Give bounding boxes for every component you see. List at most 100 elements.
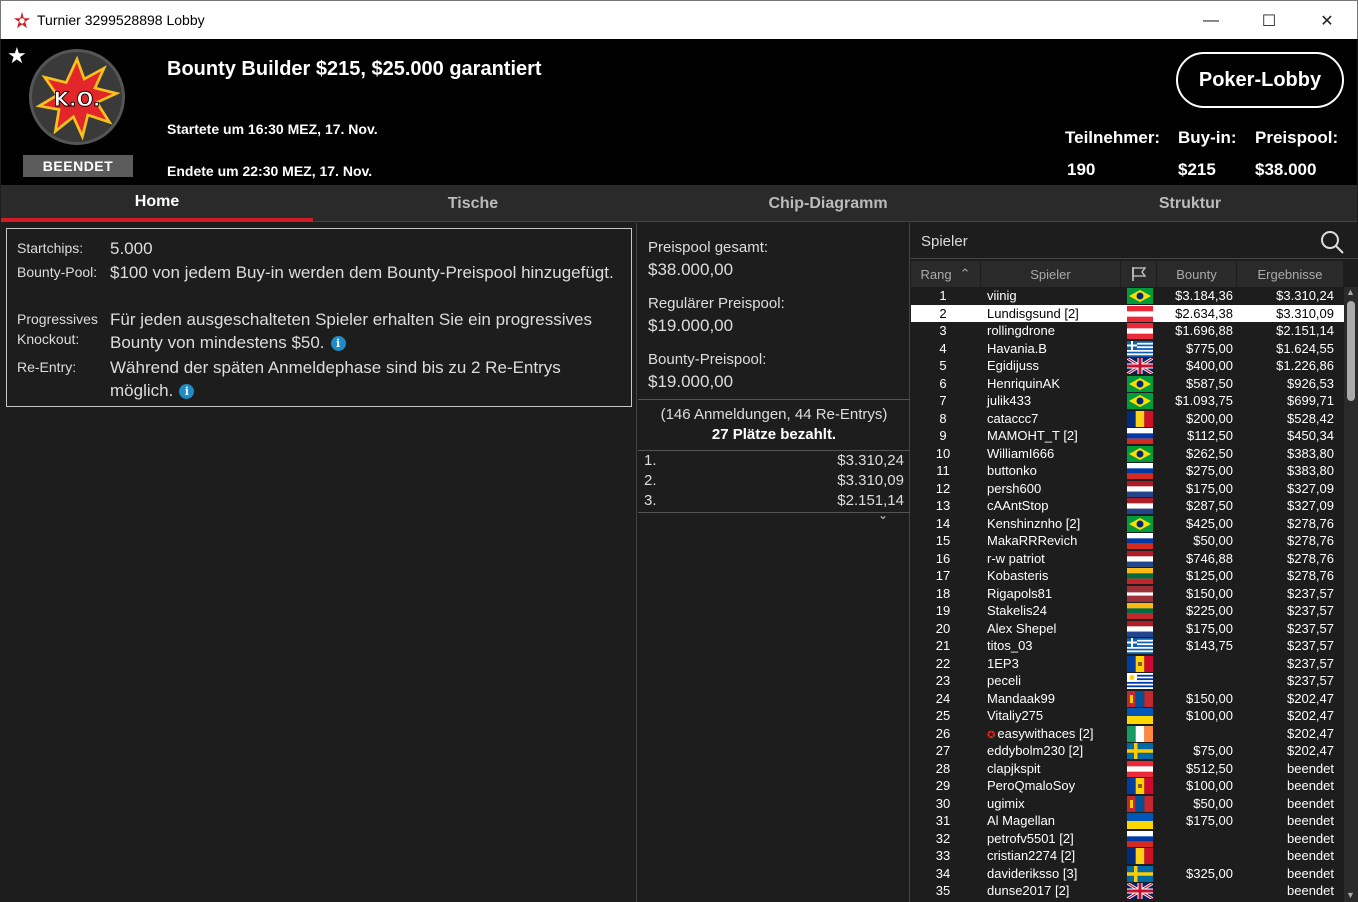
- player-rank: 8: [939, 410, 947, 426]
- player-row[interactable]: 5 Egidijuss $400,00 $1.226,86: [911, 357, 1344, 375]
- minimize-button[interactable]: —: [1191, 7, 1231, 35]
- player-row[interactable]: 3 rollingdrone $1.696,88 $2.151,14: [911, 322, 1344, 340]
- player-name: r-w patriot: [987, 551, 1045, 566]
- player-bounty: $262,50: [1186, 445, 1233, 461]
- favorite-star-icon[interactable]: ★: [7, 43, 27, 69]
- prize-panel: Preispool gesamt: $38.000,00 Regulärer P…: [638, 223, 910, 902]
- player-row[interactable]: 2 Lundisgsund [2] $2.634,38 $3.310,09: [911, 304, 1344, 322]
- player-row[interactable]: 7 julik433 $1.093,75 $699,71: [911, 392, 1344, 410]
- player-result: $926,53: [1287, 375, 1334, 391]
- player-row[interactable]: 14 Kenshinznho [2] $425,00 $278,76: [911, 515, 1344, 533]
- player-row[interactable]: 32 petrofv5501 [2] beendet: [911, 830, 1344, 848]
- info-icon[interactable]: i: [330, 336, 346, 352]
- player-name-text: Vitaliy275: [987, 708, 1044, 723]
- column-bounty[interactable]: Bounty: [1157, 261, 1237, 287]
- column-result[interactable]: Ergebnisse: [1237, 261, 1344, 287]
- tournament-info-box: Startchips: 5.000 Bounty-Pool: $100 von …: [6, 228, 632, 407]
- ko-burst-icon: K.O.: [35, 55, 121, 141]
- tab-bar: Home Tische Chip-Diagramm Struktur: [1, 185, 1357, 222]
- player-row[interactable]: 23 peceli $237,57: [911, 672, 1344, 690]
- player-bounty: $775,00: [1186, 340, 1233, 356]
- tab-chip-chart[interactable]: Chip-Diagramm: [633, 185, 1023, 222]
- player-row[interactable]: 35 dunse2017 [2] beendet: [911, 882, 1344, 900]
- column-flag[interactable]: [1121, 261, 1157, 287]
- player-bounty: $112,50: [1186, 428, 1233, 443]
- player-bounty: $175,00: [1186, 480, 1233, 496]
- player-rank: 6: [939, 375, 947, 391]
- player-row[interactable]: 8 cataccc7 $200,00 $528,42: [911, 410, 1344, 428]
- player-rank: 18: [935, 585, 951, 601]
- player-row[interactable]: 19 Stakelis24 $225,00 $237,57: [911, 602, 1344, 620]
- player-row[interactable]: 24 Mandaak99 $150,00 $202,47: [911, 690, 1344, 708]
- player-result: $237,57: [1287, 673, 1334, 688]
- player-row[interactable]: 34 davideriksso [3] $325,00 beendet: [911, 865, 1344, 883]
- player-row[interactable]: 27 eddybolm230 [2] $75,00 $202,47: [911, 742, 1344, 760]
- player-row[interactable]: 20 Alex Shepel $175,00 $237,57: [911, 620, 1344, 638]
- player-row[interactable]: 33 cristian2274 [2] beendet: [911, 847, 1344, 865]
- participants-label: Teilnehmer:: [1065, 128, 1161, 147]
- flag-greece-icon: [1127, 340, 1153, 357]
- expand-payouts-chevron-icon[interactable]: ⌄: [878, 508, 888, 522]
- player-row[interactable]: 12 persh600 $175,00 $327,09: [911, 480, 1344, 498]
- tab-structure[interactable]: Struktur: [1023, 185, 1357, 222]
- players-scrollbar[interactable]: ▲ ▼: [1344, 287, 1358, 902]
- poker-lobby-button[interactable]: Poker-Lobby: [1176, 52, 1344, 108]
- maximize-button[interactable]: ☐: [1249, 7, 1289, 35]
- player-row[interactable]: 16 r-w patriot $746,88 $278,76: [911, 550, 1344, 568]
- column-rank[interactable]: Rang ⌃: [911, 261, 981, 287]
- player-name: eddybolm230 [2]: [987, 743, 1083, 758]
- player-row[interactable]: 10 WilliamI666 $262,50 $383,80: [911, 445, 1344, 463]
- tab-home[interactable]: Home: [1, 185, 313, 222]
- player-name: Kenshinznho [2]: [987, 516, 1080, 531]
- player-row[interactable]: 11 buttonko $275,00 $383,80: [911, 462, 1344, 480]
- player-result: $202,47: [1287, 743, 1334, 758]
- player-row[interactable]: 31 Al Magellan $175,00 beendet: [911, 812, 1344, 830]
- payout-place: 3.: [644, 492, 657, 509]
- player-result: beendet: [1287, 865, 1334, 881]
- scroll-up-icon[interactable]: ▲: [1346, 287, 1355, 297]
- buyin-label: Buy-in:: [1178, 128, 1237, 147]
- player-row[interactable]: 26 ✪ easywithaces [2] $202,47: [911, 725, 1344, 743]
- search-icon[interactable]: [1319, 229, 1345, 255]
- info-icon[interactable]: i: [179, 384, 195, 400]
- column-player[interactable]: Spieler: [981, 261, 1121, 287]
- window-title: Turnier 3299528898 Lobby: [37, 12, 205, 28]
- player-name: MakaRRRevich: [987, 533, 1077, 548]
- player-name-text: cAAntStop: [987, 498, 1049, 513]
- player-row[interactable]: 1 viinig $3.184,36 $3.310,24: [911, 287, 1344, 305]
- flag-brazil-icon: [1127, 375, 1153, 392]
- scroll-down-icon[interactable]: ▼: [1346, 890, 1355, 900]
- close-button[interactable]: ✕: [1307, 7, 1347, 35]
- player-row[interactable]: 22 1EP3 $237,57: [911, 655, 1344, 673]
- player-rank: 24: [935, 690, 951, 706]
- startchips-value: 5.000: [110, 239, 153, 258]
- player-result: $237,57: [1287, 585, 1334, 601]
- player-row[interactable]: 28 clapjkspit $512,50 beendet: [911, 760, 1344, 778]
- player-name-text: viinig: [987, 288, 1017, 303]
- player-rank: 35: [935, 883, 951, 898]
- scroll-thumb[interactable]: [1347, 301, 1355, 401]
- flag-greece-icon: [1127, 638, 1153, 654]
- player-row[interactable]: 30 ugimix $50,00 beendet: [911, 795, 1344, 813]
- player-row[interactable]: 9 MAMOHT_T [2] $112,50 $450,34: [911, 427, 1344, 445]
- player-row[interactable]: 13 cAAntStop $287,50 $327,09: [911, 497, 1344, 515]
- flag-russia-icon: [1127, 830, 1153, 847]
- player-rank: 17: [935, 568, 951, 583]
- tab-tables[interactable]: Tische: [313, 185, 633, 222]
- player-row[interactable]: 21 titos_03 $143,75 $237,57: [911, 637, 1344, 655]
- player-result: $528,42: [1287, 410, 1334, 426]
- reentry-value: Während der späten Anmeldephase sind bis…: [110, 356, 620, 402]
- player-row[interactable]: 29 PeroQmaloSoy $100,00 beendet: [911, 777, 1344, 795]
- flag-russia-icon: [1127, 463, 1153, 479]
- player-row[interactable]: 15 MakaRRRevich $50,00 $278,76: [911, 532, 1344, 550]
- player-row[interactable]: 25 Vitaliy275 $100,00 $202,47: [911, 707, 1344, 725]
- player-name: peceli: [987, 673, 1021, 688]
- player-name-text: Mandaak99: [987, 690, 1055, 706]
- player-name: Lundisgsund [2]: [987, 306, 1079, 321]
- player-row[interactable]: 6 HenriquinAK $587,50 $926,53: [911, 375, 1344, 393]
- player-row[interactable]: 17 Kobasteris $125,00 $278,76: [911, 567, 1344, 585]
- flag-netherlands-icon: [1127, 620, 1153, 637]
- player-row[interactable]: 18 Rigapols81 $150,00 $237,57: [911, 585, 1344, 603]
- player-row[interactable]: 4 Havania.B $775,00 $1.624,55: [911, 340, 1344, 358]
- players-title: Spieler: [921, 233, 968, 250]
